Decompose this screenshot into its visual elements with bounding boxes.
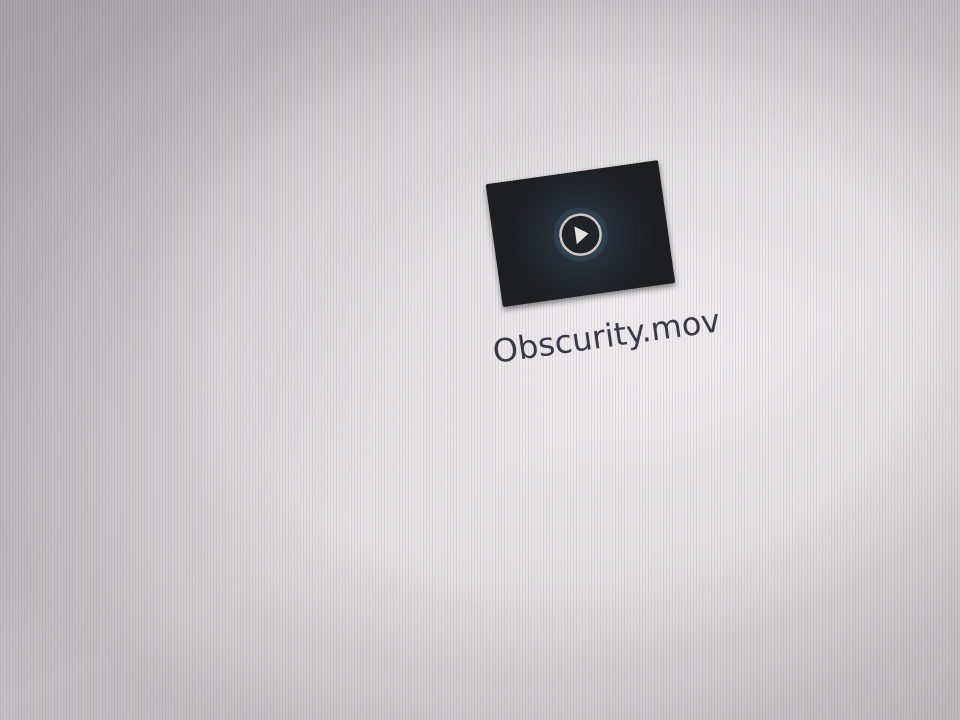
screen-vignette	[0, 0, 960, 720]
desktop-file-item[interactable]: Obscurity.mov	[468, 138, 750, 420]
play-icon	[553, 207, 608, 262]
video-file-icon[interactable]	[485, 160, 676, 308]
file-name-label: Obscurity.mov	[490, 301, 723, 371]
desktop[interactable]: Obscurity.mov	[0, 0, 960, 720]
screen-moire-overlay	[0, 0, 960, 720]
